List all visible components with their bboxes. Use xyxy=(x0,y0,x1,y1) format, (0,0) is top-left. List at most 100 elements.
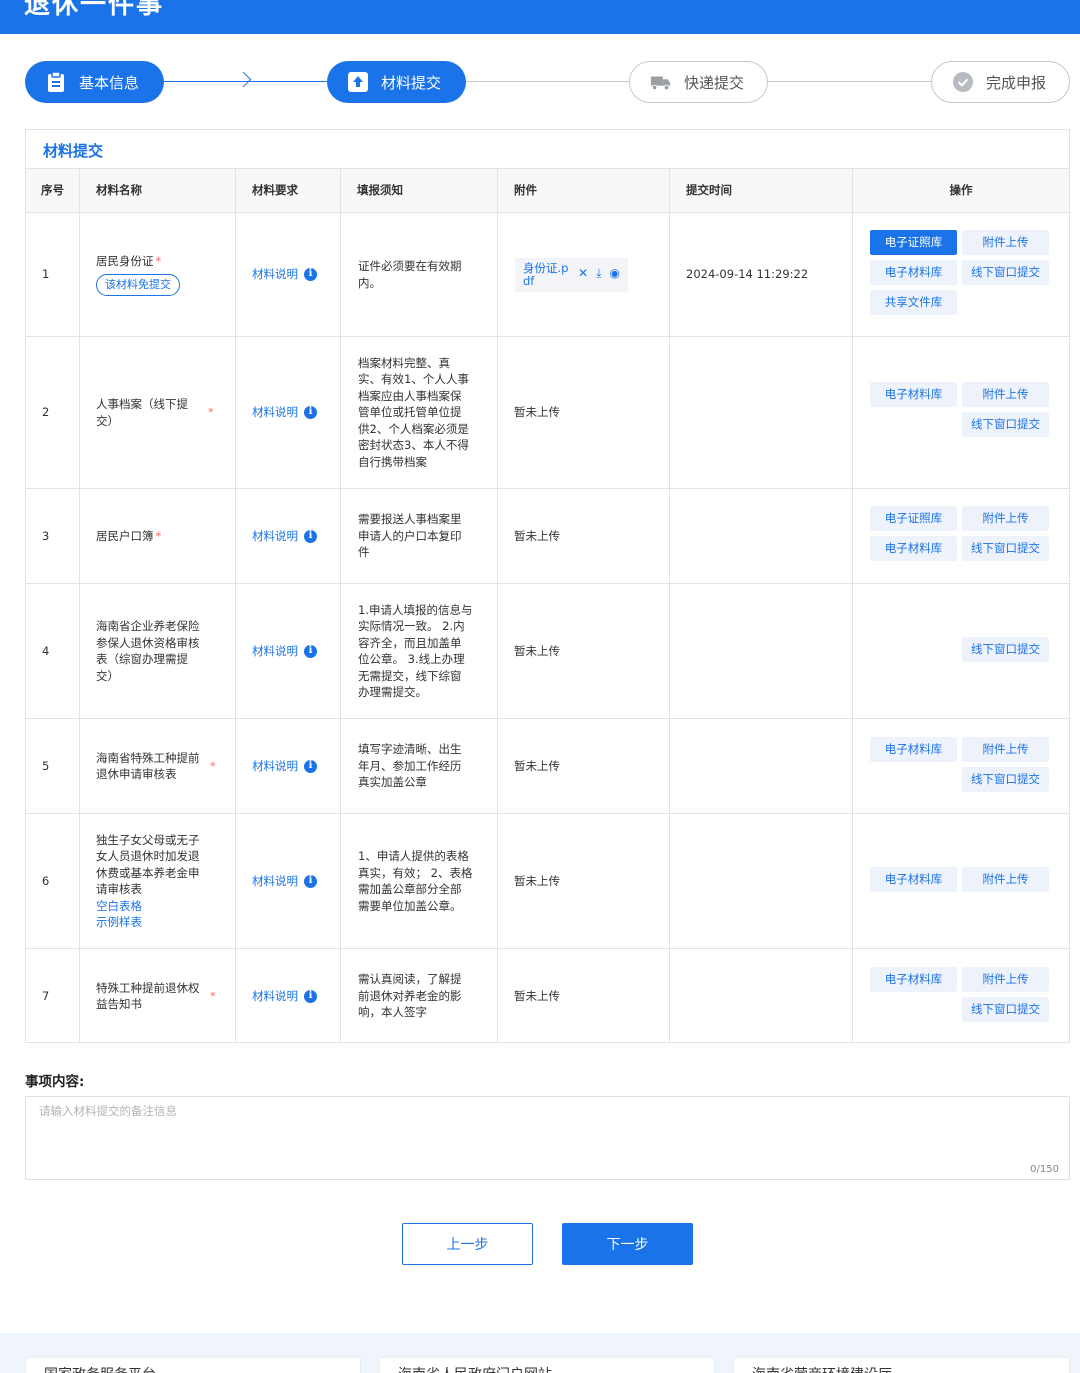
shared-file-lib-button[interactable]: 共享文件库 xyxy=(870,290,957,315)
header-index: 序号 xyxy=(41,183,64,198)
upload-attachment-button[interactable]: 附件上传 xyxy=(962,967,1049,992)
material-info-link[interactable]: 材料说明 xyxy=(252,873,298,890)
offline-window-submit-button[interactable]: 线下窗口提交 xyxy=(962,260,1049,285)
e-material-lib-button[interactable]: 电子材料库 xyxy=(870,382,957,407)
table-header: 序号 材料名称 材料要求 填报须知 附件 提交时间 操作 xyxy=(26,168,1069,212)
requirement-cell: 材料说明 i xyxy=(235,719,340,813)
requirement-cell: 材料说明 i xyxy=(235,584,340,718)
note-cell: 需认真阅读，了解提 前退休对养老金的影 响，本人签字 xyxy=(340,949,497,1043)
materials-panel: 材料提交 序号 材料名称 材料要求 填报须知 附件 提交时间 操作 1 居民身份… xyxy=(25,129,1070,1043)
e-material-lib-button[interactable]: 电子材料库 xyxy=(870,260,957,285)
file-name-link[interactable]: 身份证.pdf xyxy=(523,261,570,288)
remark-box: 0/150 xyxy=(25,1096,1070,1180)
footer: 国家政务服务平台 海南省人民政府门户网站 海南省营商环境建设厅 xyxy=(0,1333,1080,1373)
material-name: 居民户口簿 xyxy=(96,528,154,543)
material-name-cell: 居民户口簿 * xyxy=(79,489,235,583)
requirement-cell: 材料说明 i xyxy=(235,949,340,1043)
info-icon[interactable]: i xyxy=(304,874,317,888)
footer-link[interactable]: 国家政务服务平台 xyxy=(44,1364,156,1373)
attachment-status: 暂未上传 xyxy=(497,337,669,488)
submit-time xyxy=(669,719,852,813)
remark-input[interactable] xyxy=(26,1097,1069,1179)
info-icon[interactable]: i xyxy=(304,989,317,1003)
footer-link-card[interactable]: 海南省营商环境建设厅 xyxy=(733,1357,1070,1373)
offline-window-submit-button[interactable]: 线下窗口提交 xyxy=(962,412,1049,437)
footer-link-card[interactable]: 海南省人民政府门户网站 xyxy=(379,1357,715,1373)
upload-attachment-button[interactable]: 附件上传 xyxy=(962,737,1049,762)
footer-link[interactable]: 海南省营商环境建设厅 xyxy=(752,1364,892,1373)
download-icon[interactable]: ⤓ xyxy=(596,265,601,282)
step-label: 快递提交 xyxy=(684,73,745,92)
material-info-link[interactable]: 材料说明 xyxy=(252,988,298,1005)
upload-attachment-button[interactable]: 附件上传 xyxy=(962,867,1049,892)
material-info-link[interactable]: 材料说明 xyxy=(252,266,298,283)
offline-window-submit-button[interactable]: 线下窗口提交 xyxy=(962,536,1049,561)
table-row: 4 海南省企业养老保险 参保人退休资格审核 表（综窗办理需提 交） 材料说明 i … xyxy=(26,583,1069,718)
footer-link[interactable]: 海南省人民政府门户网站 xyxy=(398,1364,552,1373)
ops-cell: 电子材料库 附件上传 线下窗口提交 xyxy=(852,337,1069,488)
step-express-submit[interactable]: 快递提交 xyxy=(629,61,768,103)
note-cell: 填写字迹清晰、出生 年月、参加工作经历 真实加盖公章 xyxy=(340,719,497,813)
chevron-right-icon xyxy=(235,71,252,88)
upload-attachment-button[interactable]: 附件上传 xyxy=(962,230,1049,255)
ops-cell: 电子材料库 附件上传 线下窗口提交 xyxy=(852,719,1069,813)
blank-form-link[interactable]: 空白表格 xyxy=(96,898,200,915)
info-icon[interactable]: i xyxy=(304,644,317,658)
ops-cell: 电子证照库 附件上传 电子材料库 线下窗口提交 共享文件库 xyxy=(852,213,1069,336)
material-name-cell: 人事档案（线下提 交） * xyxy=(79,337,235,488)
info-icon[interactable]: i xyxy=(304,759,317,773)
truck-icon xyxy=(650,71,672,93)
offline-window-submit-button[interactable]: 线下窗口提交 xyxy=(962,997,1049,1022)
header-note: 填报须知 xyxy=(340,169,497,212)
attachment-status: 暂未上传 xyxy=(497,949,669,1043)
info-icon[interactable]: i xyxy=(304,529,317,543)
header-requirement: 材料要求 xyxy=(235,169,340,212)
next-step-button[interactable]: 下一步 xyxy=(562,1223,693,1265)
note-cell: 1.申请人填报的信息与 实际情况一致。 2.内 容齐全，而且加盖单 位公章。 3… xyxy=(340,584,497,718)
attachment-status: 暂未上传 xyxy=(497,584,669,718)
material-info-link[interactable]: 材料说明 xyxy=(252,758,298,775)
e-material-lib-button[interactable]: 电子材料库 xyxy=(870,536,957,561)
material-name-cell: 海南省特殊工种提前 退休申请审核表 * xyxy=(79,719,235,813)
offline-window-submit-button[interactable]: 线下窗口提交 xyxy=(962,767,1049,792)
material-name: 特殊工种提前退休权 益告知书 xyxy=(96,980,200,1012)
e-license-lib-button[interactable]: 电子证照库 xyxy=(870,230,957,255)
required-mark: * xyxy=(208,405,214,420)
material-name: 海南省企业养老保险 参保人退休资格审核 表（综窗办理需提 交） xyxy=(79,584,235,718)
upload-attachment-button[interactable]: 附件上传 xyxy=(962,506,1049,531)
prev-step-button[interactable]: 上一步 xyxy=(402,1223,533,1265)
e-license-lib-button[interactable]: 电子证照库 xyxy=(870,506,957,531)
top-header-bar: 退休一件事 xyxy=(0,0,1080,34)
footer-link-card[interactable]: 国家政务服务平台 xyxy=(25,1357,361,1373)
upload-icon xyxy=(347,71,369,93)
material-info-link[interactable]: 材料说明 xyxy=(252,643,298,660)
requirement-cell: 材料说明 i xyxy=(235,213,340,336)
required-mark: * xyxy=(155,253,162,268)
material-info-link[interactable]: 材料说明 xyxy=(252,528,298,545)
remark-label: 事项内容: xyxy=(25,1074,85,1090)
upload-attachment-button[interactable]: 附件上传 xyxy=(962,382,1049,407)
table-row: 1 居民身份证 * 该材料免提交 材料说明 i 证件必须要在有效期 内。 身份证.p… xyxy=(26,212,1069,336)
row-index: 5 xyxy=(42,758,50,773)
eye-icon[interactable]: ◉ xyxy=(610,265,620,282)
info-icon[interactable]: i xyxy=(304,268,317,281)
step-material-submit[interactable]: 材料提交 xyxy=(327,61,466,103)
submit-time xyxy=(669,949,852,1043)
close-icon[interactable]: ✕ xyxy=(578,265,588,282)
attachment-cell: 身份证.pdf ✕ ⤓ ◉ xyxy=(497,213,669,336)
submit-time xyxy=(669,489,852,583)
note-cell: 证件必须要在有效期 内。 xyxy=(340,213,497,336)
required-mark: * xyxy=(210,758,216,773)
offline-window-submit-button[interactable]: 线下窗口提交 xyxy=(962,637,1049,662)
step-complete[interactable]: 完成申报 xyxy=(931,61,1070,103)
sample-form-link[interactable]: 示例样表 xyxy=(96,914,200,931)
material-info-link[interactable]: 材料说明 xyxy=(252,404,298,421)
step-basic-info[interactable]: 基本信息 xyxy=(25,61,164,103)
submit-time: 2024-09-14 11:29:22 xyxy=(669,213,852,336)
info-icon[interactable]: i xyxy=(304,406,317,419)
e-material-lib-button[interactable]: 电子材料库 xyxy=(870,967,957,992)
e-material-lib-button[interactable]: 电子材料库 xyxy=(870,867,957,892)
char-counter: 0/150 xyxy=(1030,1164,1059,1175)
e-material-lib-button[interactable]: 电子材料库 xyxy=(870,737,957,762)
row-index: 7 xyxy=(42,988,50,1003)
